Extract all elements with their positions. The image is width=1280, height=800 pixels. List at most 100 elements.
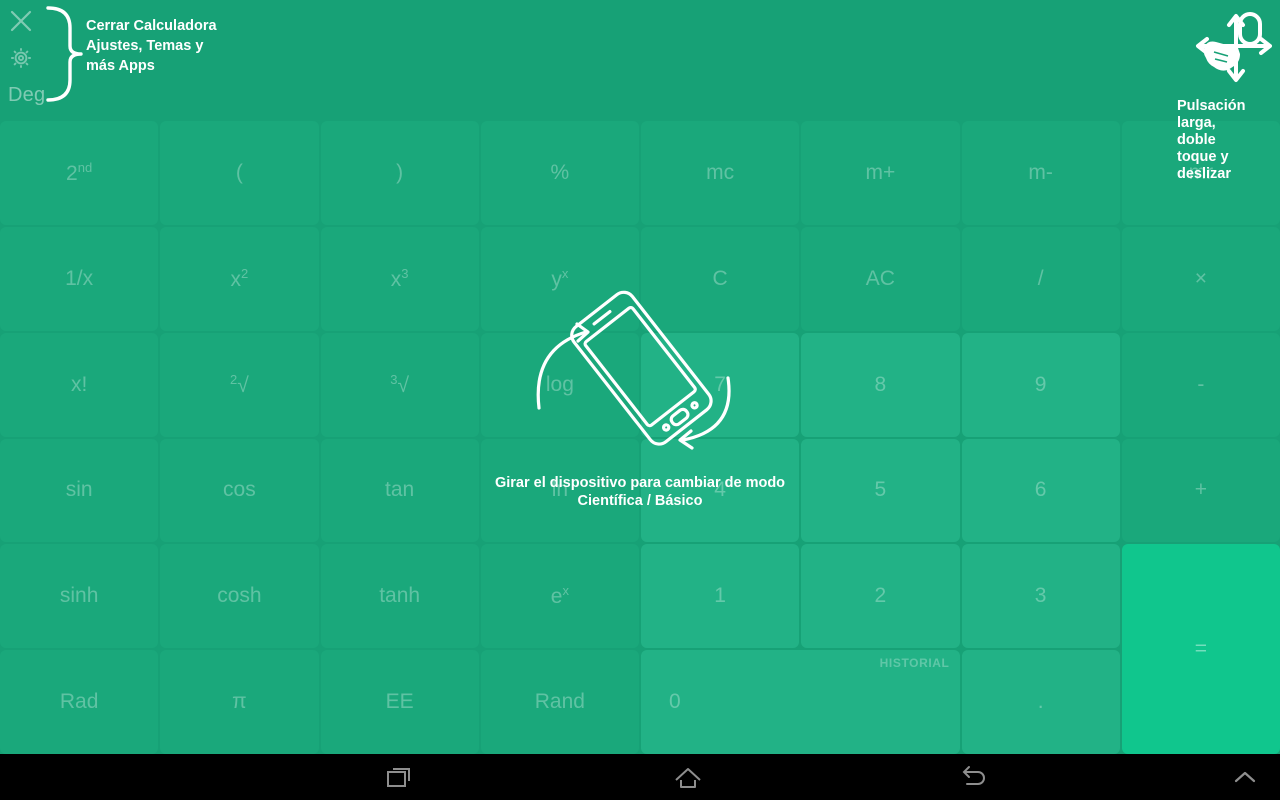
key-label: / bbox=[1037, 266, 1044, 290]
key-label: tanh bbox=[379, 584, 421, 608]
key-percent[interactable]: % bbox=[480, 121, 639, 225]
coach-tr-line4: toque y bbox=[1177, 149, 1229, 165]
key-label: ) bbox=[396, 160, 404, 184]
key-memory-clear[interactable]: mc bbox=[641, 121, 800, 225]
key-label: m- bbox=[1028, 160, 1053, 184]
key-label: 9 bbox=[1034, 372, 1047, 396]
key-factorial[interactable]: x! bbox=[0, 332, 159, 437]
key-ee[interactable]: EE bbox=[320, 650, 479, 754]
home-icon[interactable] bbox=[653, 754, 723, 800]
key-add[interactable]: + bbox=[1121, 438, 1280, 543]
coachmark-top-left: Cerrar Calculadora Ajustes, Temas y más … bbox=[40, 4, 300, 114]
key-label: tan bbox=[385, 478, 415, 502]
key-label: 0 bbox=[669, 690, 681, 714]
key-square-root[interactable]: 2√ bbox=[160, 332, 319, 437]
gear-icon[interactable] bbox=[9, 46, 33, 70]
key-digit-0[interactable]: 0 HISTORIAL bbox=[641, 650, 960, 754]
key-label: 3√ bbox=[390, 371, 409, 397]
coachmark-center-text: Girar el dispositivo para cambiar de mod… bbox=[440, 474, 840, 510]
coach-c-line1: Girar el dispositivo para cambiar de mod… bbox=[494, 475, 786, 491]
key-label: 1 bbox=[714, 584, 726, 608]
key-label: × bbox=[1194, 266, 1207, 290]
key-divide[interactable]: / bbox=[961, 226, 1120, 331]
key-label: x3 bbox=[390, 265, 409, 291]
key-equals[interactable]: = bbox=[1121, 544, 1280, 754]
key-label: % bbox=[550, 160, 570, 184]
key-memory-add[interactable]: m+ bbox=[801, 121, 960, 225]
coach-tl-line2: Ajustes, Temas y bbox=[86, 38, 204, 54]
close-icon[interactable] bbox=[8, 8, 34, 34]
recents-icon[interactable] bbox=[365, 754, 435, 800]
key-label: Rad bbox=[59, 690, 99, 714]
key-label: + bbox=[1194, 478, 1207, 502]
key-multiply[interactable]: × bbox=[1121, 226, 1280, 331]
key-label: yx bbox=[551, 265, 569, 291]
key-label: 8 bbox=[874, 372, 887, 396]
key-label: x! bbox=[70, 372, 88, 396]
key-label: 2 bbox=[874, 584, 887, 608]
key-label: . bbox=[1037, 690, 1044, 714]
chevron-up-icon[interactable] bbox=[1210, 754, 1280, 800]
key-label: 2nd bbox=[66, 159, 93, 185]
key-label: - bbox=[1197, 372, 1205, 396]
key-rad[interactable]: Rad bbox=[0, 650, 159, 754]
key-exp[interactable]: ex bbox=[480, 544, 639, 649]
key-rand[interactable]: Rand bbox=[480, 650, 639, 754]
coachmark-top-left-text: Cerrar Calculadora Ajustes, Temas y más … bbox=[86, 16, 256, 76]
coach-tr-line3: doble bbox=[1177, 132, 1216, 148]
coachmark-center: Girar el dispositivo para cambiar de mod… bbox=[440, 290, 840, 510]
key-label: 5 bbox=[874, 478, 887, 502]
coach-tr-line5: deslizar bbox=[1177, 166, 1231, 182]
key-label: Rand bbox=[534, 690, 585, 714]
key-label: 1/x bbox=[65, 266, 94, 290]
key-label: 6 bbox=[1034, 478, 1047, 502]
android-nav-bar bbox=[0, 754, 1280, 800]
key-digit-2[interactable]: 2 bbox=[801, 544, 960, 649]
key-label: AC bbox=[865, 266, 895, 290]
back-icon[interactable] bbox=[940, 754, 1010, 800]
key-label: π bbox=[232, 690, 247, 714]
key-label: ( bbox=[235, 160, 243, 184]
coach-tl-line3: más Apps bbox=[86, 58, 155, 74]
key-cosh[interactable]: cosh bbox=[160, 544, 319, 649]
coach-tr-line1: Pulsación bbox=[1177, 98, 1246, 114]
coachmark-top-right: Pulsación larga, doble toque y deslizar bbox=[1164, 4, 1274, 183]
key-digit-6[interactable]: 6 bbox=[961, 438, 1120, 543]
key-memory-subtract[interactable]: m- bbox=[961, 121, 1120, 225]
key-sinh[interactable]: sinh bbox=[0, 544, 159, 649]
key-label: 3 bbox=[1034, 584, 1047, 608]
coachmark-top-right-text: Pulsación larga, doble toque y deslizar bbox=[1164, 98, 1274, 183]
key-decimal-point[interactable]: . bbox=[961, 650, 1120, 754]
key-second[interactable]: 2nd bbox=[0, 121, 159, 225]
key-label: sin bbox=[65, 478, 93, 502]
rotate-device-icon bbox=[536, 290, 731, 450]
key-digit-3[interactable]: 3 bbox=[961, 544, 1120, 649]
key-digit-1[interactable]: 1 bbox=[641, 544, 800, 649]
key-label: ex bbox=[550, 583, 569, 609]
key-label: mc bbox=[706, 160, 735, 184]
key-close-paren[interactable]: ) bbox=[320, 121, 479, 225]
key-label: = bbox=[1194, 637, 1207, 661]
hand-gesture-icon bbox=[1196, 12, 1272, 82]
coach-tl-line1: Cerrar Calculadora bbox=[86, 18, 217, 34]
calculator-app: Deg 2nd()% mc m+ m-mr 1/x x2 x3 yx C AC / × x! 2√ 3√ lo… bbox=[0, 0, 1280, 800]
key-label: EE bbox=[385, 690, 414, 714]
key-label: m+ bbox=[865, 160, 896, 184]
coach-tr-line2: larga, bbox=[1177, 115, 1216, 131]
key-cos[interactable]: cos bbox=[160, 438, 319, 543]
key-subtract[interactable]: - bbox=[1121, 332, 1280, 437]
key-label: 2√ bbox=[229, 371, 249, 397]
key-reciprocal[interactable]: 1/x bbox=[0, 226, 159, 331]
history-label[interactable]: HISTORIAL bbox=[880, 656, 950, 670]
key-square[interactable]: x2 bbox=[160, 226, 319, 331]
key-label: sinh bbox=[59, 584, 99, 608]
coach-c-line2: Científica / Básico bbox=[577, 493, 703, 509]
key-label: x2 bbox=[230, 265, 249, 291]
key-open-paren[interactable]: ( bbox=[160, 121, 319, 225]
key-sin[interactable]: sin bbox=[0, 438, 159, 543]
key-label: C bbox=[712, 266, 728, 290]
key-digit-9[interactable]: 9 bbox=[961, 332, 1120, 437]
curly-brace-icon bbox=[46, 6, 83, 102]
key-tanh[interactable]: tanh bbox=[320, 544, 479, 649]
key-pi[interactable]: π bbox=[160, 650, 319, 754]
